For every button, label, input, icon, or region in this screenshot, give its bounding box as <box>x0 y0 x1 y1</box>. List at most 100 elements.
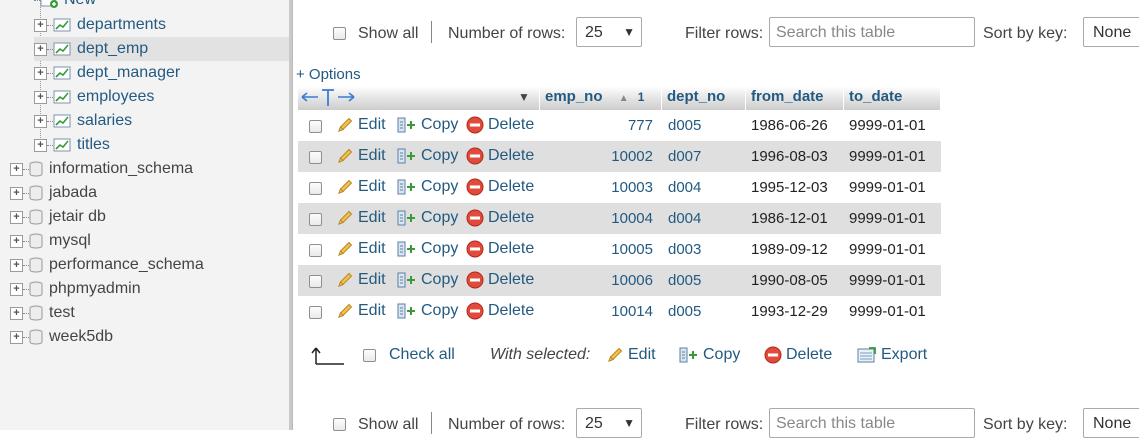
bulk-copy-button[interactable]: Copy <box>679 346 740 364</box>
check-all-link[interactable]: Check all <box>389 346 455 364</box>
row-delete-link[interactable]: Delete <box>466 302 534 320</box>
row-copy-link[interactable]: Copy <box>397 147 458 165</box>
sidebar-db-jetair-db[interactable]: + jetair db <box>10 205 289 229</box>
dept-no-value[interactable]: d005 <box>668 272 701 289</box>
expand-icon[interactable]: + <box>34 114 47 128</box>
options-link[interactable]: + Options <box>296 66 361 83</box>
column-header-dept-no[interactable]: dept_no <box>662 86 746 110</box>
expand-icon[interactable]: + <box>10 306 23 320</box>
expand-icon[interactable]: + <box>34 138 47 152</box>
sidebar-db-performance-schema[interactable]: + performance_schema <box>10 253 289 277</box>
row-copy-link[interactable]: Copy <box>397 116 458 134</box>
row-delete-link[interactable]: Delete <box>466 271 534 289</box>
sidebar-db-phpmyadmin[interactable]: + phpmyadmin <box>10 277 289 301</box>
row-delete-link[interactable]: Delete <box>466 178 534 196</box>
table-row[interactable]: Edit Copy Delete 10014 d005 1993-12-29 9999-01… <box>298 296 941 327</box>
expand-icon[interactable]: + <box>10 282 23 296</box>
row-copy-link[interactable]: Copy <box>397 178 458 196</box>
sidebar-item-departments[interactable]: + departments <box>34 13 289 37</box>
emp-no-value[interactable]: 777 <box>628 117 653 134</box>
row-checkbox[interactable] <box>309 182 322 195</box>
filter-rows-input[interactable]: Search this table <box>769 408 975 438</box>
row-checkbox[interactable] <box>309 244 322 257</box>
sidebar-db-test[interactable]: + test <box>10 301 289 325</box>
expand-icon[interactable]: + <box>34 42 47 56</box>
bulk-edit-button[interactable]: Edit <box>606 346 656 364</box>
dept-no-value[interactable]: d005 <box>668 117 701 134</box>
expand-icon[interactable]: + <box>34 90 47 104</box>
column-header-from-date[interactable]: from_date <box>746 86 844 110</box>
row-copy-link[interactable]: Copy <box>397 209 458 227</box>
emp-no-value[interactable]: 10003 <box>611 179 653 196</box>
emp-no-value[interactable]: 10006 <box>611 272 653 289</box>
row-checkbox[interactable] <box>309 151 322 164</box>
table-row[interactable]: Edit Copy Delete 10006 d005 1990-08-05 9999-01… <box>298 265 941 296</box>
expand-icon[interactable]: + <box>10 258 23 272</box>
sidebar-item-titles[interactable]: + titles <box>34 133 289 157</box>
row-copy-link[interactable]: Copy <box>397 271 458 289</box>
check-all-checkbox[interactable] <box>363 349 376 362</box>
column-menu-arrow-icon[interactable]: ▼ <box>518 90 530 104</box>
rows-per-page-select[interactable]: 25 ▼ <box>576 408 642 438</box>
table-row[interactable]: Edit Copy Delete 777 d005 1986-06-26 9999-01-0… <box>298 110 941 141</box>
bulk-delete-button[interactable]: Delete <box>764 346 832 364</box>
expand-icon[interactable]: + <box>10 210 23 224</box>
sort-by-key-select[interactable]: None <box>1083 408 1139 438</box>
show-all-checkbox[interactable] <box>333 27 346 40</box>
row-edit-link[interactable]: Edit <box>336 209 386 227</box>
emp-no-value[interactable]: 10004 <box>611 210 653 227</box>
row-edit-link[interactable]: Edit <box>336 178 386 196</box>
row-edit-link[interactable]: Edit <box>336 271 386 289</box>
column-resize-icon[interactable] <box>300 88 358 108</box>
sidebar-db-week5db[interactable]: + week5db <box>10 325 289 349</box>
row-edit-link[interactable]: Edit <box>336 116 386 134</box>
rows-per-page-select[interactable]: 25 ▼ <box>576 17 642 47</box>
dept-no-value[interactable]: d003 <box>668 241 701 258</box>
row-delete-link[interactable]: Delete <box>466 116 534 134</box>
sidebar-item-dept-emp[interactable]: + dept_emp <box>34 37 289 61</box>
emp-no-value[interactable]: 10002 <box>611 148 653 165</box>
sidebar-db-mysql[interactable]: + mysql <box>10 229 289 253</box>
sidebar-db-jabada[interactable]: + jabada <box>10 181 289 205</box>
row-copy-link[interactable]: Copy <box>397 240 458 258</box>
column-header-emp-no[interactable]: emp_no ▲ 1 <box>540 86 662 110</box>
row-delete-link[interactable]: Delete <box>466 147 534 165</box>
emp-no-value[interactable]: 10005 <box>611 241 653 258</box>
sidebar-item-salaries[interactable]: + salaries <box>34 109 289 133</box>
sidebar-item-employees[interactable]: + employees <box>34 85 289 109</box>
dept-no-value[interactable]: d007 <box>668 148 701 165</box>
sidebar-resize-handle[interactable] <box>289 0 293 430</box>
sort-by-key-select[interactable]: None <box>1083 17 1139 47</box>
table-row[interactable]: Edit Copy Delete 10002 d007 1996-08-03 9999-01… <box>298 141 941 172</box>
row-delete-link[interactable]: Delete <box>466 240 534 258</box>
expand-icon[interactable]: + <box>10 186 23 200</box>
show-all-checkbox[interactable] <box>333 418 346 431</box>
dept-no-value[interactable]: d004 <box>668 210 701 227</box>
expand-icon[interactable]: + <box>10 234 23 248</box>
expand-icon[interactable]: + <box>10 162 23 176</box>
bulk-export-button[interactable]: Export <box>857 346 927 364</box>
sidebar-item-new[interactable]: New <box>34 0 289 12</box>
table-row[interactable]: Edit Copy Delete 10004 d004 1986-12-01 9999-01… <box>298 203 941 234</box>
expand-icon[interactable]: + <box>10 330 23 344</box>
sidebar-item-dept-manager[interactable]: + dept_manager <box>34 61 289 85</box>
row-checkbox[interactable] <box>309 213 322 226</box>
row-copy-link[interactable]: Copy <box>397 302 458 320</box>
row-delete-link[interactable]: Delete <box>466 209 534 227</box>
table-row[interactable]: Edit Copy Delete 10005 d003 1989-09-12 9999-01… <box>298 234 941 265</box>
row-checkbox[interactable] <box>309 120 322 133</box>
emp-no-value[interactable]: 10014 <box>611 303 653 320</box>
column-header-to-date[interactable]: to_date <box>844 86 941 110</box>
row-edit-link[interactable]: Edit <box>336 240 386 258</box>
row-edit-link[interactable]: Edit <box>336 302 386 320</box>
row-checkbox[interactable] <box>309 275 322 288</box>
dept-no-value[interactable]: d005 <box>668 303 701 320</box>
sidebar-db-information-schema[interactable]: + information_schema <box>10 157 289 181</box>
dept-no-value[interactable]: d004 <box>668 179 701 196</box>
row-edit-link[interactable]: Edit <box>336 147 386 165</box>
table-row[interactable]: Edit Copy Delete 10003 d004 1995-12-03 9999-01… <box>298 172 941 203</box>
row-checkbox[interactable] <box>309 306 322 319</box>
filter-rows-input[interactable]: Search this table <box>769 17 975 47</box>
expand-icon[interactable]: + <box>34 66 47 80</box>
expand-icon[interactable]: + <box>34 18 47 32</box>
